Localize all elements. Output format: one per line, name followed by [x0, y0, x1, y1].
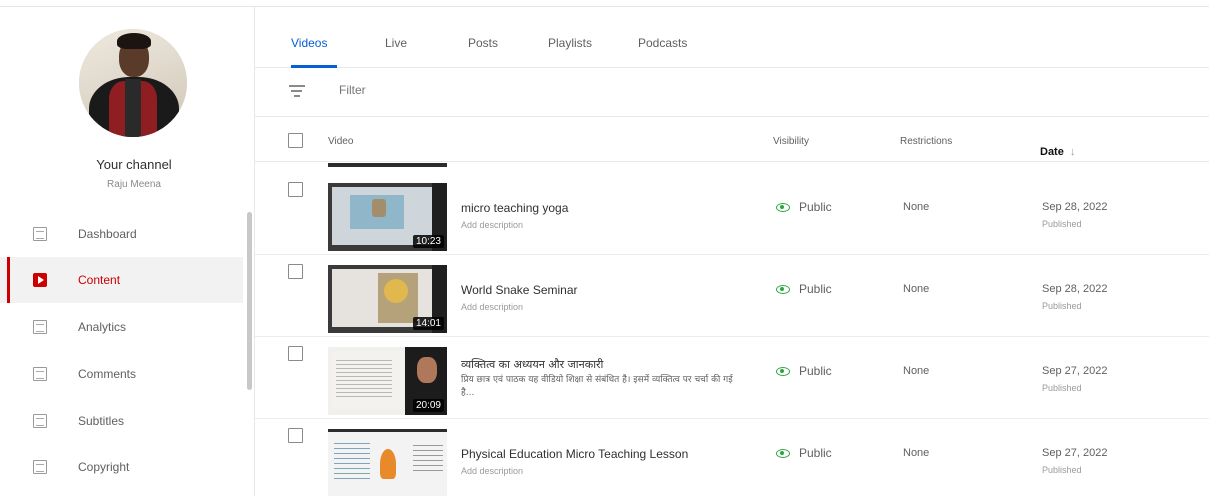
publish-status: Published: [1042, 383, 1082, 393]
video-title[interactable]: micro teaching yoga: [461, 201, 568, 215]
video-list: 10:23 micro teaching yoga Add descriptio…: [255, 163, 1209, 496]
publish-status: Published: [1042, 301, 1082, 311]
visibility-cell[interactable]: Public: [776, 446, 832, 460]
sidebar-item-analytics[interactable]: Analytics: [0, 304, 243, 350]
channel-title: Your channel: [96, 157, 172, 172]
table-row[interactable]: 10:23 micro teaching yoga Add descriptio…: [255, 173, 1209, 255]
sidebar-item-comments[interactable]: Comments: [0, 351, 243, 397]
sidebar: Your channel Raju Meena Dashboard Conten…: [0, 7, 255, 496]
visibility-cell[interactable]: Public: [776, 282, 832, 296]
filter-bar: [255, 69, 1209, 117]
sidebar-item-dashboard[interactable]: Dashboard: [0, 211, 243, 257]
video-description[interactable]: Add description: [461, 220, 523, 230]
visibility-label: Public: [799, 200, 832, 214]
publish-status: Published: [1042, 219, 1082, 229]
tab-videos[interactable]: Videos: [291, 36, 327, 50]
table-row[interactable]: 20:09 व्यक्तित्व का अध्ययन और जानकारी प्…: [255, 337, 1209, 419]
date-cell: Sep 27, 2022: [1042, 365, 1108, 377]
column-header-visibility[interactable]: Visibility: [773, 136, 809, 147]
copyright-icon: [33, 460, 47, 474]
sidebar-item-label: Analytics: [78, 320, 127, 334]
eye-icon: [776, 448, 790, 458]
analytics-icon: [33, 320, 47, 334]
video-duration: 14:01: [412, 317, 444, 330]
column-header-restrictions[interactable]: Restrictions: [900, 136, 952, 147]
visibility-label: Public: [799, 282, 832, 296]
sidebar-item-subtitles[interactable]: Subtitles: [0, 398, 243, 444]
content-icon: [33, 273, 47, 287]
dashboard-icon: [33, 227, 47, 241]
sidebar-item-label: Dashboard: [78, 227, 137, 241]
column-header-video: Video: [328, 136, 354, 147]
tab-posts[interactable]: Posts: [468, 36, 498, 50]
sidebar-item-label: Copyright: [78, 460, 130, 474]
table-row[interactable]: Physical Education Micro Teaching Lesson…: [255, 419, 1209, 496]
restrictions-cell: None: [903, 283, 930, 295]
sort-down-icon: ↓: [1069, 146, 1076, 158]
eye-icon: [776, 202, 790, 212]
channel-avatar[interactable]: [79, 29, 187, 137]
video-duration: 10:23: [412, 235, 444, 248]
comments-icon: [33, 367, 47, 381]
content-tabs: Videos Live Posts Playlists Podcasts: [255, 7, 1209, 68]
sidebar-item-label: Subtitles: [78, 414, 125, 428]
video-duration: 20:09: [412, 399, 444, 412]
table-row[interactable]: 14:01 World Snake Seminar Add descriptio…: [255, 255, 1209, 337]
column-header-date[interactable]: Date ↓: [1040, 146, 1075, 158]
row-checkbox[interactable]: [288, 182, 303, 197]
video-description[interactable]: प्रिय छात्र एवं पाठक यह वीडियो शिक्षा से…: [461, 374, 741, 400]
tab-live[interactable]: Live: [385, 36, 407, 50]
table-header: Video Visibility Restrictions Date ↓: [255, 118, 1209, 162]
top-divider: [0, 0, 1209, 7]
row-checkbox[interactable]: [288, 346, 303, 361]
video-description[interactable]: Add description: [461, 302, 523, 312]
row-checkbox[interactable]: [288, 264, 303, 279]
select-all-checkbox[interactable]: [288, 133, 303, 148]
video-thumbnail[interactable]: 14:01: [328, 265, 447, 333]
visibility-cell[interactable]: Public: [776, 200, 832, 214]
sidebar-item-content[interactable]: Content: [0, 257, 243, 303]
visibility-label: Public: [799, 446, 832, 460]
previous-thumbnail-edge: [328, 163, 447, 167]
eye-icon: [776, 284, 790, 294]
date-cell: Sep 27, 2022: [1042, 447, 1108, 459]
video-thumbnail[interactable]: [328, 429, 447, 496]
tab-podcasts[interactable]: Podcasts: [638, 36, 687, 50]
video-title[interactable]: World Snake Seminar: [461, 283, 578, 297]
publish-status: Published: [1042, 465, 1082, 475]
date-cell: Sep 28, 2022: [1042, 201, 1108, 213]
filter-icon[interactable]: [289, 83, 305, 97]
row-checkbox[interactable]: [288, 428, 303, 443]
video-thumbnail[interactable]: 10:23: [328, 183, 447, 251]
tab-playlists[interactable]: Playlists: [548, 36, 592, 50]
sidebar-item-label: Comments: [78, 367, 137, 381]
restrictions-cell: None: [903, 365, 930, 377]
date-cell: Sep 28, 2022: [1042, 283, 1108, 295]
visibility-cell[interactable]: Public: [776, 364, 832, 378]
restrictions-cell: None: [903, 201, 930, 213]
restrictions-cell: None: [903, 447, 930, 459]
video-title[interactable]: Physical Education Micro Teaching Lesson: [461, 447, 688, 461]
video-thumbnail[interactable]: 20:09: [328, 347, 447, 415]
active-tab-indicator: [291, 65, 337, 68]
eye-icon: [776, 366, 790, 376]
channel-name: Raju Meena: [107, 179, 161, 190]
sidebar-item-copyright[interactable]: Copyright: [0, 444, 243, 490]
filter-input[interactable]: [339, 83, 539, 97]
video-title[interactable]: व्यक्तित्व का अध्ययन और जानकारी: [461, 357, 603, 372]
visibility-label: Public: [799, 364, 832, 378]
subtitles-icon: [33, 414, 47, 428]
video-description[interactable]: Add description: [461, 466, 523, 476]
date-header-label: Date: [1040, 146, 1064, 158]
sidebar-scrollbar[interactable]: [247, 212, 252, 390]
sidebar-item-label: Content: [78, 273, 121, 287]
